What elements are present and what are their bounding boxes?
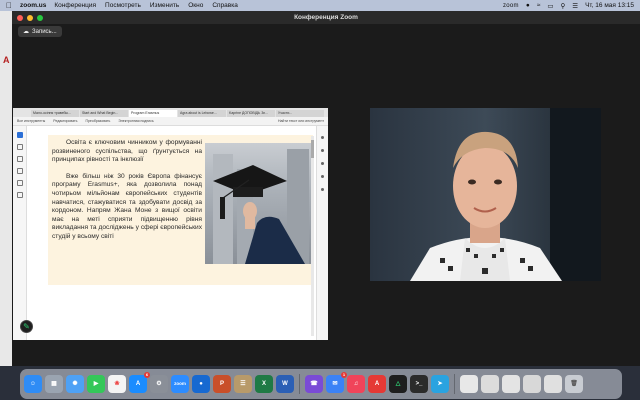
pdf-scrollbar[interactable] <box>311 136 314 336</box>
shape-tool-icon[interactable] <box>16 180 23 186</box>
document-thumbnail-icon[interactable] <box>481 375 499 393</box>
scrollbar-thumb[interactable] <box>311 140 314 158</box>
clock[interactable]: Чт, 16 мая 13:15 <box>585 2 634 9</box>
panel-dot-icon[interactable] <box>321 188 324 191</box>
dock: ☺ ▦ ✺ ▶ ❀ A6 ⚙ zoom ● P ☰ X W ☎ ✉ 1 ♫ A △… <box>20 369 622 399</box>
control-center-icon[interactable]: ☰ <box>572 2 578 10</box>
paragraph-2: Вже більш ніж 30 років Європа фінансує п… <box>52 172 202 240</box>
facetime-icon[interactable]: ▶ <box>87 375 105 393</box>
viber-icon[interactable]: ☎ <box>305 375 323 393</box>
mail-icon[interactable]: ✉ 1 <box>326 372 347 393</box>
dock-separator <box>299 374 300 394</box>
activity-monitor-icon[interactable]: △ <box>389 375 407 393</box>
convert-button[interactable]: Преобразовать <box>85 119 110 123</box>
menu-view[interactable]: Посмотреть <box>105 2 141 9</box>
safari-icon[interactable]: ✺ <box>66 375 84 393</box>
all-tools-button[interactable]: Все инструменты <box>17 119 45 123</box>
text-tool-icon[interactable] <box>16 168 23 174</box>
tab-3[interactable]: Program Erasmus <box>129 110 177 117</box>
window-title: Конференция Zoom <box>294 14 358 21</box>
recording-label: Запись... <box>32 28 57 35</box>
tab-6[interactable]: Участи... <box>276 110 324 117</box>
excel-icon[interactable]: X <box>255 375 273 393</box>
app-icon[interactable]: ● <box>192 375 210 393</box>
edit-button[interactable]: Редактировать <box>53 119 77 123</box>
menu-app-name[interactable]: zoom.us <box>20 2 46 9</box>
stamp-tool-icon[interactable] <box>16 192 23 198</box>
tab-1[interactable]: Мало-осіння травебы... <box>31 110 79 117</box>
document-thumbnail-icon[interactable] <box>544 375 562 393</box>
menu-help[interactable]: Справка <box>212 2 238 9</box>
trash-icon[interactable]: 🗑 <box>565 375 583 393</box>
zoom-status-label[interactable]: zoom <box>503 3 519 9</box>
document-thumbnail-icon[interactable] <box>460 375 478 393</box>
apple-icon[interactable]:  <box>6 1 12 10</box>
menu-edit[interactable]: Изменить <box>150 2 179 9</box>
status-icon[interactable]: ● <box>526 2 530 9</box>
pencil-icon: ✎ <box>23 322 30 331</box>
document-text: Освіта є ключовим чинником у формуванні … <box>52 139 202 250</box>
menu-bar:  zoom.us Конференция Посмотреть Изменит… <box>0 0 640 11</box>
pdf-left-tools <box>13 126 27 340</box>
find-field[interactable]: Найти текст или инструмент <box>278 119 324 123</box>
pdf-page: Освіта є ключовим чинником у формуванні … <box>48 135 313 285</box>
participant-video[interactable] <box>370 108 601 281</box>
tab-5[interactable]: Kaprine ДОПОВІДЬ 3n... <box>227 110 275 117</box>
dock-separator <box>454 374 455 394</box>
annotate-pencil-button[interactable]: ✎ <box>20 320 33 333</box>
search-icon[interactable]: ⚲ <box>560 2 565 10</box>
comment-tool-icon[interactable] <box>16 144 23 150</box>
graduation-photo <box>205 143 313 264</box>
appstore-icon[interactable]: A6 <box>129 372 150 393</box>
document-thumbnail-icon[interactable] <box>523 375 541 393</box>
select-tool-icon[interactable] <box>16 132 23 138</box>
tab-4[interactable]: Agra about is Lebowe... <box>178 110 226 117</box>
finder-icon[interactable]: ☺ <box>24 375 42 393</box>
panel-dot-icon[interactable] <box>321 175 324 178</box>
panel-dot-icon[interactable] <box>321 149 324 152</box>
adobe-icon[interactable]: A <box>368 375 386 393</box>
settings-icon[interactable]: ⚙ <box>150 375 168 393</box>
appstore-badge: 6 <box>144 372 150 378</box>
draw-tool-icon[interactable] <box>16 156 23 162</box>
pdf-toolbar: Все инструменты Редактировать Преобразов… <box>13 117 328 126</box>
pdf-right-panel <box>316 126 328 340</box>
panel-dot-icon[interactable] <box>321 136 324 139</box>
graduation-cap-icon <box>213 165 305 264</box>
title-bar: Конференция Zoom <box>12 11 640 24</box>
pdf-tabs: Мало-осіння травебы... Start and What Be… <box>13 108 328 117</box>
e-sign-button[interactable]: Электронная подпись <box>118 119 153 123</box>
battery-icon[interactable]: ▭ <box>547 2 553 10</box>
shared-screen: Мало-осіння травебы... Start and What Be… <box>13 108 328 340</box>
background-logo-icon: A <box>3 55 10 65</box>
participant-avatar <box>370 108 601 281</box>
terminal-icon[interactable]: >_ <box>410 375 428 393</box>
wifi-icon[interactable]: ≈ <box>537 2 541 9</box>
word-icon[interactable]: W <box>276 375 294 393</box>
notes-icon[interactable]: ☰ <box>234 375 252 393</box>
zoom-icon[interactable]: zoom <box>171 375 189 393</box>
photos-icon[interactable]: ❀ <box>108 375 126 393</box>
menu-conference[interactable]: Конференция <box>54 2 96 9</box>
panel-dot-icon[interactable] <box>321 162 324 165</box>
recording-badge[interactable]: ☁ Запись... <box>18 26 62 37</box>
background-window: A <box>0 11 12 366</box>
powerpoint-icon[interactable]: P <box>213 375 231 393</box>
paragraph-1: Освіта є ключовим чинником у формуванні … <box>52 139 202 164</box>
document-thumbnail-icon[interactable] <box>502 375 520 393</box>
telegram-icon[interactable]: ➤ <box>431 375 449 393</box>
menu-window[interactable]: Окно <box>188 2 203 9</box>
tab-2[interactable]: Start and What Begin... <box>80 110 128 117</box>
music-icon[interactable]: ♫ <box>347 375 365 393</box>
launchpad-icon[interactable]: ▦ <box>45 375 63 393</box>
mail-badge: 1 <box>341 372 347 378</box>
cloud-icon: ☁ <box>23 29 29 35</box>
